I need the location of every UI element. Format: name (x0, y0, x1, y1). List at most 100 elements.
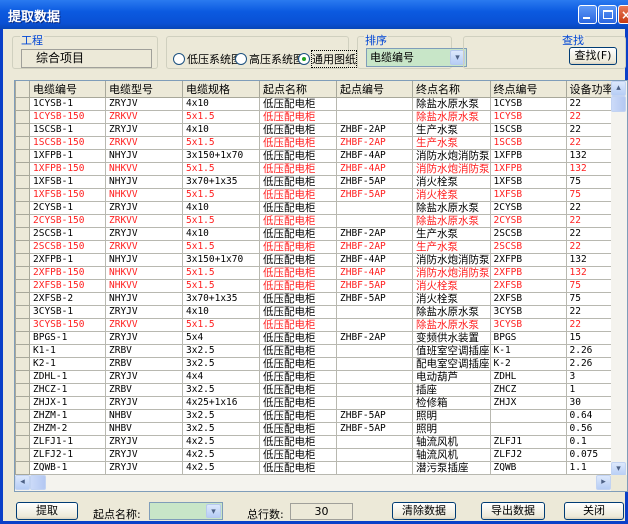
table-row[interactable]: 2XFSB-2 NHYJV 3x70+1x35 低压配电柜 ZHBF-5AP 消火栓泵 2X… (15, 292, 627, 306)
table-cell[interactable]: 低压配电柜 (259, 227, 337, 241)
table-cell[interactable]: 电动葫芦 (412, 370, 491, 384)
row-selector[interactable] (15, 318, 30, 332)
table-cell[interactable]: 5x1.5 (182, 266, 260, 280)
table-cell[interactable]: 5x4 (182, 331, 260, 345)
table-cell[interactable]: NHKVV (105, 279, 183, 293)
row-selector[interactable] (15, 448, 30, 462)
table-cell[interactable]: 5x1.5 (182, 318, 260, 332)
table-cell[interactable]: 2CYSB-1 (29, 201, 106, 215)
table-cell[interactable]: ZHBF-5AP (336, 422, 413, 436)
table-cell[interactable]: 1CYSB (489, 110, 567, 124)
table-cell[interactable]: 1SCSB (489, 123, 567, 137)
table-cell[interactable]: 生产水泵 (412, 227, 491, 241)
table-cell[interactable] (336, 396, 413, 410)
table-cell[interactable]: 5x1.5 (182, 110, 260, 124)
table-cell[interactable] (336, 344, 413, 358)
row-selector[interactable] (15, 110, 30, 124)
table-cell[interactable]: 2XFPB-150 (29, 266, 106, 280)
row-selector[interactable] (15, 201, 30, 215)
table-cell[interactable]: 插座 (412, 383, 491, 397)
table-cell[interactable]: 值班室空调插座 (412, 344, 491, 358)
table-cell[interactable]: 3x150+1x70 (182, 253, 260, 267)
table-cell[interactable]: ZHZM-1 (29, 409, 106, 423)
table-cell[interactable]: 4x2.5 (182, 461, 260, 475)
table-cell[interactable] (489, 409, 567, 423)
table-cell[interactable]: 2SCSB-1 (29, 227, 106, 241)
table-cell[interactable]: 低压配电柜 (259, 266, 337, 280)
table-row[interactable]: ZDHL-1 ZRYJV 4x4 低压配电柜 电动葫芦 ZDHL 3 (15, 370, 627, 384)
table-row[interactable]: ZLFJ1-1 ZRYJV 4x2.5 低压配电柜 轴流风机 ZLFJ1 0.1 (15, 435, 627, 449)
table-cell[interactable]: BPGS-1 (29, 331, 106, 345)
table-cell[interactable] (336, 461, 413, 475)
chevron-down-icon[interactable]: ▾ (206, 504, 221, 518)
table-cell[interactable]: 3x2.5 (182, 383, 260, 397)
table-cell[interactable]: NHBV (105, 422, 183, 436)
table-cell[interactable]: 消火栓泵 (412, 292, 491, 306)
table-cell[interactable]: ZHBF-5AP (336, 409, 413, 423)
table-row[interactable]: 2CYSB-150 ZRKVV 5x1.5 低压配电柜 除盐水原水泵 2CYSB 22 (15, 214, 627, 228)
table-cell[interactable]: ZHCZ-1 (29, 383, 106, 397)
table-cell[interactable]: ZHBF-5AP (336, 188, 413, 202)
radio-low-voltage[interactable]: 低压系统图 (173, 51, 242, 67)
table-row[interactable]: K2-1 ZRBV 3x2.5 低压配电柜 配电室空调插座 K-2 2.26 (15, 357, 627, 371)
table-cell[interactable] (336, 305, 413, 319)
table-cell[interactable]: 低压配电柜 (259, 292, 337, 306)
table-cell[interactable]: 轴流风机 (412, 448, 491, 462)
row-selector[interactable] (15, 461, 30, 475)
radio-high-voltage[interactable]: 高压系统图 (235, 51, 304, 67)
start-name-select[interactable]: ▾ (149, 502, 223, 520)
table-cell[interactable]: ZHBF-4AP (336, 266, 413, 280)
table-cell[interactable]: ZHBF-5AP (336, 279, 413, 293)
table-row[interactable]: 3CYSB-150 ZRKVV 5x1.5 低压配电柜 除盐水原水泵 3CYSB 22 (15, 318, 627, 332)
table-cell[interactable]: BPGS (489, 331, 567, 345)
table-cell[interactable]: 低压配电柜 (259, 279, 337, 293)
table-cell[interactable]: 4x2.5 (182, 448, 260, 462)
table-cell[interactable]: 3x70+1x35 (182, 292, 260, 306)
table-row[interactable]: 1SCSB-1 ZRYJV 4x10 低压配电柜 ZHBF-2AP 生产水泵 1SCSB 22 (15, 123, 627, 137)
table-cell[interactable]: 4x10 (182, 227, 260, 241)
table-cell[interactable]: 1SCSB-1 (29, 123, 106, 137)
table-cell[interactable]: 除盐水原水泵 (412, 305, 491, 319)
table-cell[interactable]: 5x1.5 (182, 214, 260, 228)
table-cell[interactable] (336, 357, 413, 371)
table-row[interactable]: ZHJX-1 ZRYJV 4x25+1x16 低压配电柜 检修箱 ZHJX 30 (15, 396, 627, 410)
table-cell[interactable]: 消火栓泵 (412, 279, 491, 293)
table-cell[interactable] (336, 110, 413, 124)
table-cell[interactable]: 5x1.5 (182, 162, 260, 176)
column-header[interactable]: 电缆型号 (105, 81, 183, 98)
table-cell[interactable]: ZHZM-2 (29, 422, 106, 436)
table-cell[interactable]: 2XFPB (489, 266, 567, 280)
table-cell[interactable]: ZRYJV (105, 305, 183, 319)
vertical-scroll-thumb[interactable] (611, 96, 626, 112)
scroll-right-button[interactable]: ▸ (596, 475, 611, 490)
table-cell[interactable]: ZHCZ (489, 383, 567, 397)
table-cell[interactable]: 2CYSB (489, 201, 567, 215)
table-cell[interactable]: 1CYSB-1 (29, 97, 106, 111)
table-cell[interactable]: 4x10 (182, 305, 260, 319)
table-cell[interactable]: ZQWB-1 (29, 461, 106, 475)
row-selector[interactable] (15, 396, 30, 410)
table-cell[interactable]: ZRYJV (105, 435, 183, 449)
table-cell[interactable]: 变频供水装置 (412, 331, 491, 345)
table-row[interactable]: ZHCZ-1 ZRBV 3x2.5 低压配电柜 插座 ZHCZ 1 (15, 383, 627, 397)
table-cell[interactable]: 低压配电柜 (259, 357, 337, 371)
table-cell[interactable]: 低压配电柜 (259, 162, 337, 176)
table-cell[interactable]: 1SCSB (489, 136, 567, 150)
table-cell[interactable]: ZHBF-4AP (336, 162, 413, 176)
table-cell[interactable]: 3x2.5 (182, 357, 260, 371)
table-cell[interactable]: 生产水泵 (412, 136, 491, 150)
table-row[interactable]: 1SCSB-150 ZRKVV 5x1.5 低压配电柜 ZHBF-2AP 生产水泵 1SCS… (15, 136, 627, 150)
table-cell[interactable]: NHKVV (105, 162, 183, 176)
table-cell[interactable]: 低压配电柜 (259, 435, 337, 449)
table-cell[interactable]: 2SCSB-150 (29, 240, 106, 254)
table-cell[interactable]: 低压配电柜 (259, 136, 337, 150)
table-row[interactable]: 1CYSB-150 ZRKVV 5x1.5 低压配电柜 除盐水原水泵 1CYSB 22 (15, 110, 627, 124)
table-cell[interactable]: 2SCSB (489, 240, 567, 254)
table-cell[interactable]: 低压配电柜 (259, 305, 337, 319)
table-cell[interactable] (336, 435, 413, 449)
table-row[interactable]: ZQWB-1 ZRYJV 4x2.5 低压配电柜 潜污泵插座 ZQWB 1.1 (15, 461, 627, 475)
table-cell[interactable]: ZRYJV (105, 461, 183, 475)
table-row[interactable]: 1XFSB-150 NHKVV 5x1.5 低压配电柜 ZHBF-5AP 消火栓泵 1XFS… (15, 188, 627, 202)
table-cell[interactable]: 低压配电柜 (259, 383, 337, 397)
table-cell[interactable]: 3CYSB-1 (29, 305, 106, 319)
